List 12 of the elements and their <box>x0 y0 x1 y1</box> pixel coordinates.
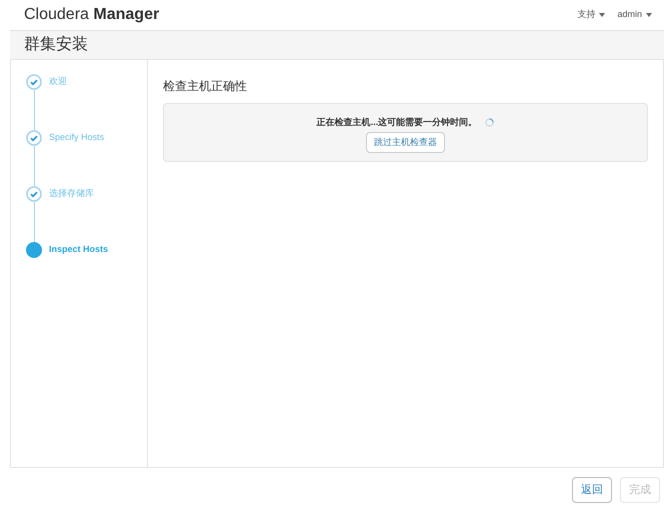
step-link[interactable]: Inspect Hosts <box>49 243 108 257</box>
menu-dropdown[interactable]: 支持 <box>577 8 606 22</box>
footer-button[interactable]: 返回 <box>572 477 612 503</box>
caret-icon <box>599 13 606 17</box>
caret-icon <box>646 13 652 17</box>
section-title: 检查主机正确性 <box>163 78 248 95</box>
skip-button[interactable]: 跳过主机检查器 <box>366 132 445 153</box>
page-title: 群集安装 <box>24 34 88 55</box>
brand-logo[interactable]: Cloudera Manager <box>24 3 160 27</box>
status-message: 正在检查主机...这可能需要一分钟时间。 <box>316 116 478 129</box>
menu-dropdown[interactable]: admin <box>617 8 652 22</box>
spinner-icon <box>485 118 494 128</box>
